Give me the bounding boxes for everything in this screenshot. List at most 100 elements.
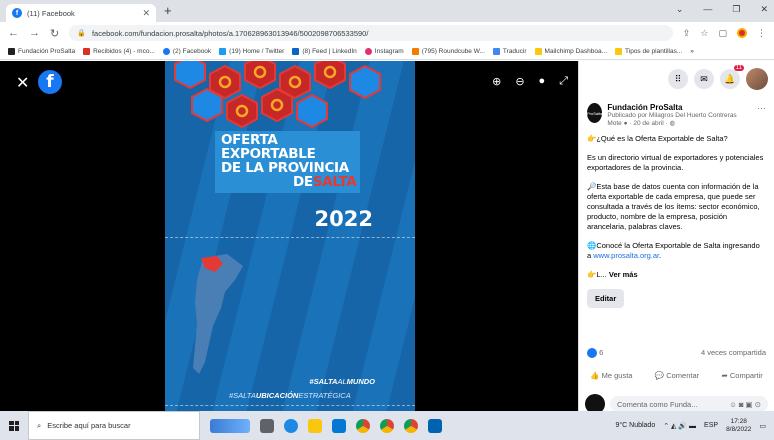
taskbar-search[interactable]: ⌕ Escribe aquí para buscar — [28, 411, 200, 440]
mailchimp-icon — [534, 48, 542, 55]
notification-badge: 11 — [733, 65, 744, 71]
share-arrow-icon: ➦ — [721, 371, 728, 380]
windows-icon — [9, 420, 19, 431]
address-bar[interactable]: 🔒 facebook.com/fundacion.prosalta/photos… — [69, 25, 673, 41]
chevron-down-icon[interactable]: ⌄ — [676, 4, 684, 15]
zoom-in-icon[interactable]: ⊕ — [492, 75, 501, 88]
emoji-icons[interactable]: ☺ ◙ ▣ ⊙ — [729, 400, 761, 409]
linkedin-icon — [292, 48, 300, 55]
shares-count[interactable]: 4 veces compartida — [701, 348, 766, 358]
toolbar-icons: ⇪ ☆ ▢ ⋮ — [683, 28, 766, 39]
bookmark[interactable]: Traducir — [492, 48, 527, 55]
bookmark-icon — [8, 48, 15, 55]
notifications-icon[interactable]: 🔔 11 — [720, 65, 744, 89]
edit-button[interactable]: Editar — [587, 289, 625, 308]
reload-button[interactable]: ↻ — [50, 27, 59, 40]
extension-icon[interactable] — [737, 28, 747, 38]
chrome-icon[interactable] — [404, 418, 418, 433]
divider — [165, 237, 415, 238]
tray-icons[interactable]: ⌃ ◭ 🔊 ▬ — [663, 422, 696, 430]
published-by: Publicado por Milagros Del Huerto Contre… — [607, 112, 737, 127]
photos-icon[interactable] — [428, 418, 442, 433]
taskbar: ⌕ Escribe aquí para buscar 9°C Nublado ⌃… — [0, 411, 774, 440]
viewer-tools: ⊕ ⊖ ● ⤢ — [492, 75, 568, 88]
maximize-button[interactable]: ❐ — [732, 4, 740, 15]
close-window-button[interactable]: ✕ — [760, 4, 768, 15]
chrome-icon[interactable] — [356, 418, 370, 433]
poster-title: OFERTA EXPORTABLE DE LA PROVINCIA DESALT… — [221, 132, 357, 190]
weather-status[interactable]: 9°C Nublado — [615, 422, 655, 429]
gmail-icon — [83, 48, 91, 55]
bookmark[interactable]: (2) Facebook — [162, 48, 211, 55]
bookmark[interactable]: (8) Feed | LinkedIn — [292, 48, 357, 55]
chrome-icon[interactable] — [380, 418, 394, 433]
page-avatar[interactable]: ProSalta — [587, 103, 603, 123]
bookmark[interactable]: Fundación ProSalta — [8, 48, 75, 55]
share-button[interactable]: ➦ Compartir — [721, 371, 762, 380]
close-icon[interactable]: ✕ — [16, 73, 29, 93]
window-controls: ⌄ — ❐ ✕ — [676, 4, 768, 15]
comment-input[interactable]: Comenta como Funda... ☺ ◙ ▣ ⊙ — [610, 396, 768, 412]
facebook-logo[interactable]: f — [38, 70, 62, 94]
see-more-link[interactable]: Ver más — [609, 270, 638, 279]
messenger-icon[interactable]: ✉ — [694, 69, 714, 89]
sidebar-icon[interactable]: ▢ — [718, 28, 727, 39]
roundcube-icon — [411, 48, 419, 55]
menu-icon[interactable]: ⋮ — [757, 28, 766, 39]
likes-count[interactable]: 6 — [587, 348, 603, 359]
more-options-icon[interactable]: ··· — [757, 103, 766, 128]
bookmark[interactable]: Instagram — [364, 48, 404, 55]
store-icon[interactable] — [332, 418, 346, 433]
edge-icon[interactable] — [284, 418, 298, 433]
language-indicator[interactable]: ESP — [704, 422, 718, 429]
bookmark[interactable]: Mailchimp Dashboa... — [534, 48, 607, 55]
back-button[interactable]: ← — [8, 27, 19, 39]
fb-header-icons: ⠿ ✉ 🔔 11 — [579, 61, 774, 97]
bookmark[interactable]: Recibidos (4) - mco... — [83, 48, 155, 55]
forward-button[interactable]: → — [29, 27, 40, 39]
like-icon — [587, 348, 597, 359]
post-text: 👉¿Qué es la Oferta Exportable de Salta? … — [587, 134, 764, 279]
tab-facebook[interactable]: f (11) Facebook ✕ — [6, 4, 156, 22]
divider — [165, 405, 415, 406]
prosalta-link[interactable]: www.prosalta.org.ar — [593, 251, 659, 260]
url-text: facebook.com/fundacion.prosalta/photos/a… — [91, 28, 369, 38]
menu-grid-icon[interactable]: ⠿ — [668, 69, 688, 89]
page-name[interactable]: Fundación ProSalta — [607, 103, 752, 112]
tab-title: (11) Facebook — [27, 8, 75, 18]
minimize-button[interactable]: — — [703, 4, 712, 15]
post-header: ProSalta Fundación ProSalta Publicado po… — [579, 97, 774, 134]
privacy-icon: ● — [623, 120, 628, 127]
tag-icon[interactable]: ● — [539, 75, 546, 88]
hashtag-mundo: #SALTAALMUNDO — [309, 377, 375, 386]
thumbs-up-icon: 👍 — [590, 371, 600, 380]
bookmark[interactable]: Tipos de plantillas... — [615, 48, 682, 55]
address-row: ← → ↻ 🔒 facebook.com/fundacion.prosalta/… — [0, 22, 774, 44]
instagram-icon — [364, 48, 372, 55]
clock[interactable]: 17:28 8/8/2022 — [726, 418, 751, 434]
notification-center-icon[interactable]: ▭ — [759, 422, 766, 430]
mailchimp-icon — [615, 48, 623, 55]
comment-button[interactable]: 💬 Comentar — [655, 371, 699, 380]
more-bookmarks-icon[interactable]: » — [690, 48, 694, 55]
weather-widget-icon[interactable] — [210, 418, 250, 433]
share-icon[interactable]: ⇪ — [683, 28, 691, 39]
facebook-icon: f — [12, 8, 22, 18]
bookmark[interactable]: (19) Home / Twitter — [219, 48, 284, 55]
new-tab-button[interactable]: + — [164, 4, 172, 18]
zoom-out-icon[interactable]: ⊖ — [515, 75, 524, 88]
bookmark[interactable]: (795) Roundcube W... — [411, 48, 485, 55]
comment-icon: 💬 — [654, 371, 665, 380]
argentina-map — [193, 254, 243, 374]
public-icon: ◍ — [669, 120, 676, 127]
bookmarks-bar: Fundación ProSalta Recibidos (4) - mco..… — [0, 44, 774, 60]
file-explorer-icon[interactable] — [308, 418, 322, 433]
start-button[interactable] — [0, 420, 28, 431]
avatar[interactable] — [746, 68, 768, 90]
task-view-icon[interactable] — [260, 418, 274, 433]
like-button[interactable]: 👍 Me gusta — [590, 371, 632, 380]
star-icon[interactable]: ☆ — [700, 28, 708, 39]
fullscreen-icon[interactable]: ⤢ — [559, 75, 568, 88]
lock-icon: 🔒 — [77, 30, 86, 37]
close-tab-icon[interactable]: ✕ — [142, 8, 150, 19]
